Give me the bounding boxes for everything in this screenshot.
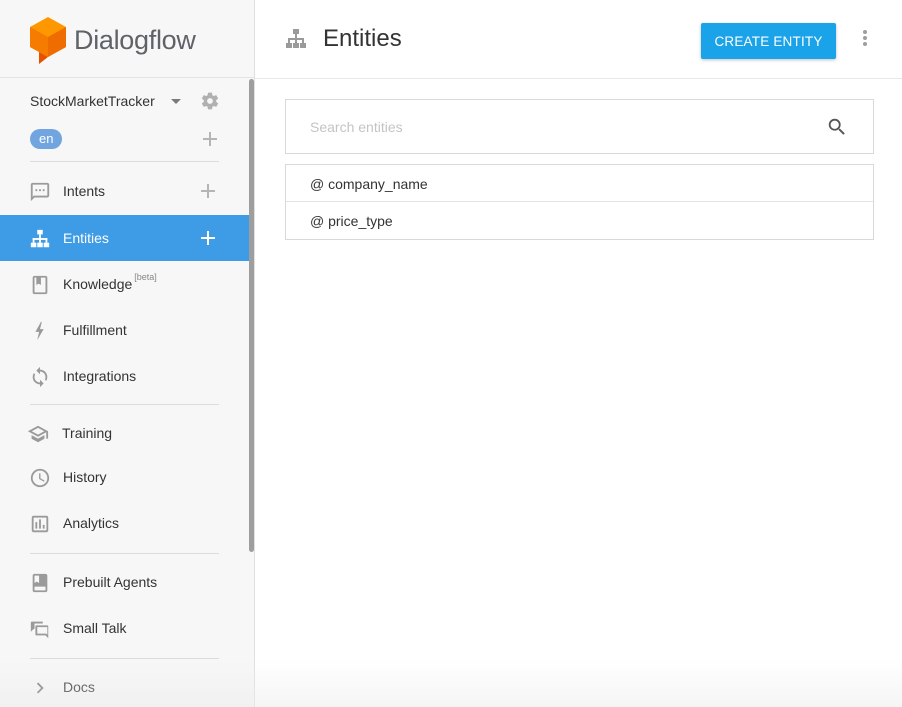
hierarchy-icon — [286, 29, 306, 48]
search-box — [285, 99, 874, 154]
sidebar-divider — [30, 404, 219, 405]
dialogflow-logo-icon — [30, 17, 66, 64]
create-entity-button[interactable]: CREATE ENTITY — [701, 23, 836, 59]
entity-name: @ company_name — [310, 176, 428, 192]
sidebar-item-label: Intents — [63, 183, 106, 199]
language-badge[interactable]: en — [30, 129, 63, 149]
app-window: Dialogflow StockMarketTracker en Intents — [0, 0, 902, 707]
sidebar-item-label: Prebuilt Agents — [63, 574, 158, 590]
bar-chart-icon — [31, 515, 49, 533]
lightning-bolt-icon — [35, 321, 44, 341]
sidebar-item-training[interactable]: Training — [0, 410, 249, 456]
sidebar-item-label: Analytics — [63, 515, 120, 531]
page-header: Entities CREATE ENTITY — [255, 0, 902, 79]
entity-name: @ price_type — [310, 213, 393, 229]
sidebar-divider — [30, 553, 219, 554]
clock-icon — [30, 468, 50, 488]
sidebar-item-knowledge[interactable]: Knowledge [beta] — [0, 261, 249, 307]
entity-list: @ company_name @ price_type — [285, 164, 874, 240]
agent-selector[interactable]: StockMarketTracker — [30, 88, 220, 114]
sidebar-item-label: Docs — [63, 679, 95, 695]
search-icon[interactable] — [826, 116, 848, 138]
brand-name: Dialogflow — [74, 25, 196, 55]
sidebar-item-small-talk[interactable]: Small Talk — [0, 605, 249, 651]
sidebar-item-prebuilt-agents[interactable]: Prebuilt Agents — [0, 559, 249, 605]
graduation-cap-icon — [27, 425, 49, 443]
hierarchy-icon — [30, 229, 50, 248]
sidebar-item-entities[interactable]: Entities — [0, 215, 249, 261]
chat-windows-icon — [30, 621, 49, 639]
book-icon — [32, 275, 48, 295]
sidebar-item-analytics[interactable]: Analytics — [0, 500, 249, 546]
sidebar-divider — [30, 658, 219, 659]
sidebar-item-fulfillment[interactable]: Fulfillment — [0, 307, 249, 353]
chevron-right-icon — [36, 682, 44, 694]
search-input[interactable] — [310, 117, 790, 137]
beta-badge: [beta] — [134, 272, 157, 282]
sidebar-item-intents[interactable]: Intents — [0, 168, 249, 214]
language-row: en — [30, 129, 220, 151]
agent-name: StockMarketTracker — [30, 93, 155, 109]
sidebar-item-label: Integrations — [63, 368, 137, 384]
more-options-icon[interactable] — [859, 30, 871, 50]
add-intent-icon[interactable] — [201, 184, 215, 198]
page-title: Entities — [323, 25, 402, 52]
gear-icon[interactable] — [200, 91, 220, 111]
sidebar-item-label: Fulfillment — [63, 322, 127, 338]
sidebar-item-docs[interactable]: Docs — [0, 664, 249, 707]
chevron-down-icon[interactable] — [171, 99, 181, 104]
add-language-icon[interactable] — [203, 132, 217, 146]
list-item[interactable]: @ company_name — [286, 165, 873, 202]
brand-logo[interactable]: Dialogflow — [0, 0, 254, 78]
sync-icon — [32, 366, 48, 388]
sidebar: Dialogflow StockMarketTracker en Intents — [0, 0, 255, 707]
sidebar-scrollbar[interactable] — [249, 79, 254, 552]
sidebar-item-history[interactable]: History — [0, 454, 249, 500]
add-entity-icon[interactable] — [201, 231, 215, 245]
knowledge-label: Knowledge — [63, 276, 133, 292]
sidebar-item-label: History — [63, 469, 107, 485]
bookmark-book-icon — [32, 573, 48, 593]
sidebar-item-label: Knowledge [beta] — [63, 272, 157, 292]
sidebar-item-label: Entities — [63, 230, 109, 246]
sidebar-item-label: Training — [62, 425, 113, 441]
list-item[interactable]: @ price_type — [286, 202, 873, 239]
sidebar-item-label: Small Talk — [63, 620, 127, 636]
sidebar-item-integrations[interactable]: Integrations — [0, 353, 249, 399]
sidebar-divider — [30, 161, 219, 162]
chat-bubble-icon — [30, 182, 50, 202]
